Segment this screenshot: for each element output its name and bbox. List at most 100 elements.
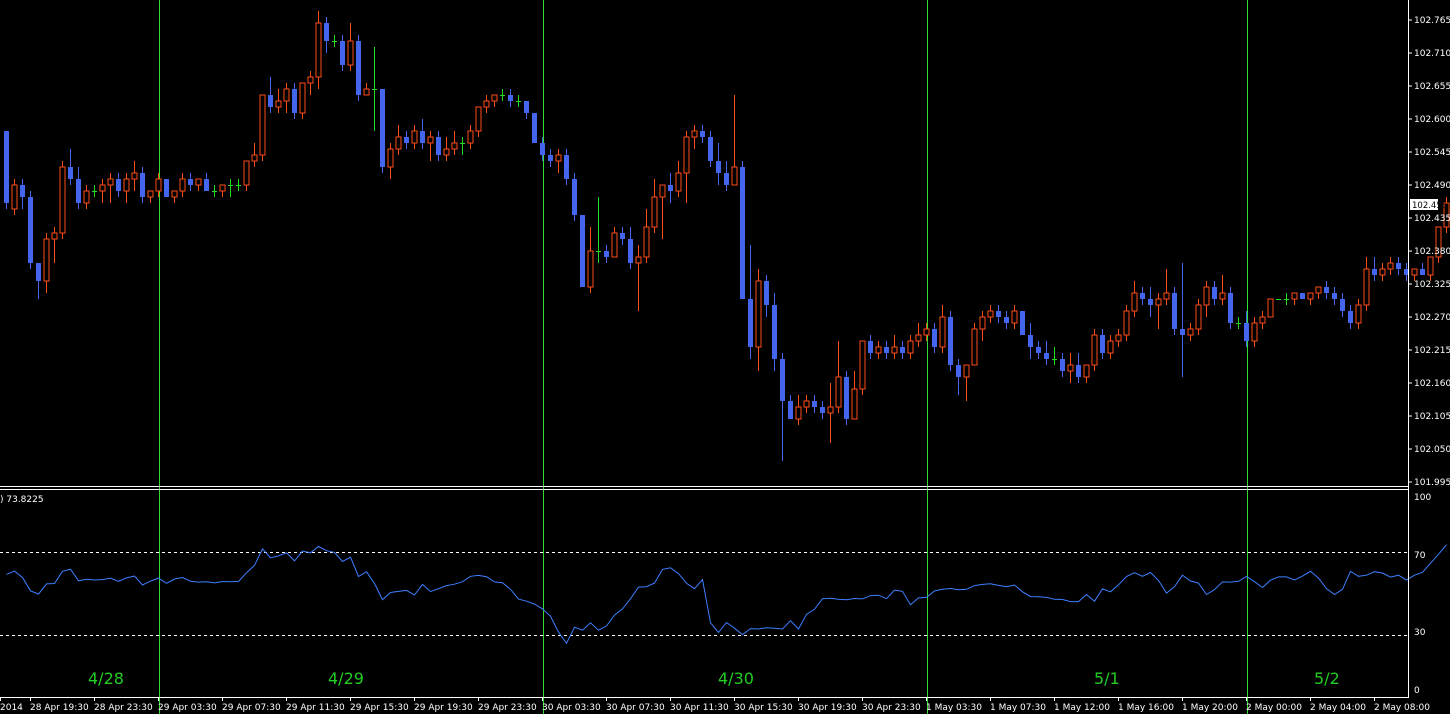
price-tick-label: 102.490 (1414, 181, 1450, 191)
candle-body (380, 89, 385, 167)
candle-body (147, 190, 154, 198)
candle-body (1411, 268, 1418, 276)
candle-body (628, 239, 633, 263)
candle-body (1067, 364, 1074, 372)
candle-body (596, 251, 601, 252)
candle-body (332, 41, 337, 42)
candle-body (651, 196, 658, 228)
candle-body (1267, 298, 1274, 318)
candle-body (844, 377, 849, 419)
time-tick-label: 2 May 08:00 (1374, 703, 1430, 713)
candle-body (20, 185, 25, 197)
candle-body (1379, 268, 1386, 276)
candle-body (659, 184, 666, 198)
candle-body (1044, 353, 1049, 359)
day-label-4-28: 4/28 (88, 669, 124, 688)
candle-body (259, 94, 266, 156)
indicator-readout: ) 73.8225 (0, 495, 44, 505)
candle-body (1172, 293, 1177, 329)
candle-body (668, 185, 673, 191)
candle-body (491, 94, 498, 102)
candle-body (764, 281, 769, 305)
time-tick-label: 29 Apr 03:30 (158, 703, 217, 713)
candle-body (171, 190, 178, 198)
candle-body (675, 172, 682, 192)
candle-body (820, 407, 825, 413)
candle-body (460, 143, 465, 144)
candle-body (76, 179, 81, 203)
candle-body (363, 88, 370, 96)
candle-body (572, 179, 577, 215)
candle-body (228, 185, 233, 186)
candle-body (372, 89, 377, 90)
candle-body (1083, 364, 1090, 378)
price-tick-label: 102.765 (1414, 16, 1450, 26)
candle-body (868, 341, 873, 353)
price-tick-label: 102.545 (1414, 148, 1450, 158)
candle-body (1300, 293, 1305, 299)
current-price-value: 102.456 (1412, 201, 1447, 211)
time-tick-label: 29 Apr 19:30 (414, 703, 473, 713)
candle-body (395, 136, 402, 150)
candle-body (1004, 317, 1009, 323)
price-tick-label: 102.710 (1414, 49, 1450, 59)
time-tick-label: 1 May 07:30 (990, 703, 1046, 713)
price-tick-label: 102.160 (1414, 379, 1450, 389)
candle-body (1011, 310, 1018, 324)
candle-body (956, 365, 961, 377)
candle-body (548, 155, 553, 161)
price-tick-label: 102.600 (1414, 115, 1450, 125)
price-tick-label: 102.105 (1414, 412, 1450, 422)
candle-body (643, 226, 650, 258)
candle-body (164, 179, 169, 197)
price-tick-label: 102.270 (1414, 313, 1450, 323)
candle-body (1131, 292, 1138, 312)
indicator-tick-label: 30 (1414, 628, 1426, 638)
candle-body (1387, 262, 1394, 270)
candle-body (708, 137, 713, 161)
price-tick-label: 101.995 (1414, 478, 1450, 488)
candle-body (620, 233, 625, 239)
price-chart[interactable]: ) 73.8225 4/28 4/29 4/30 5/1 5/2 102.765… (0, 0, 1450, 714)
candle-body (404, 137, 409, 143)
time-tick-label: 2 May 00:00 (1246, 703, 1302, 713)
candle-body (939, 316, 946, 348)
day-label-5-1: 5/1 (1094, 669, 1120, 688)
candle-body (68, 167, 73, 179)
candle-body (555, 154, 562, 162)
candle-body (516, 101, 521, 102)
candle-body (251, 154, 258, 162)
time-tick-label: 29 Apr 23:30 (478, 703, 537, 713)
candle-body (116, 179, 121, 191)
candle-body (1100, 335, 1105, 353)
candle-body (1427, 256, 1434, 276)
day-label-4-29: 4/29 (328, 669, 364, 688)
candle-body (987, 310, 994, 318)
candle-body (1148, 299, 1153, 305)
candle-body (731, 166, 738, 186)
candle-body (923, 328, 930, 336)
candle-body (315, 22, 322, 78)
candle-body (948, 317, 953, 365)
candle-body (891, 346, 898, 354)
candle-body (356, 41, 361, 95)
candle-body (580, 215, 585, 287)
candle-body (1332, 293, 1337, 299)
candle-body (1355, 304, 1362, 324)
time-tick-label: 30 Apr 11:30 (670, 703, 729, 713)
current-price-marker: 102.456 (1410, 199, 1447, 211)
candle-body (436, 137, 441, 155)
candle-body (604, 251, 609, 257)
candle-body (996, 311, 1001, 317)
candle-body (107, 178, 114, 186)
time-tick-label: 29 Apr 15:30 (350, 703, 409, 713)
indicator-tick-label: 70 (1414, 551, 1426, 561)
candle-body (683, 136, 690, 174)
time-tick-label: 29 Apr 07:30 (222, 703, 281, 713)
candle-body (92, 191, 97, 192)
candle-body (700, 131, 705, 137)
candle-body (587, 250, 594, 288)
candle-body (195, 178, 202, 186)
candle-body (1212, 287, 1217, 299)
price-tick-label: 102.435 (1414, 214, 1450, 224)
